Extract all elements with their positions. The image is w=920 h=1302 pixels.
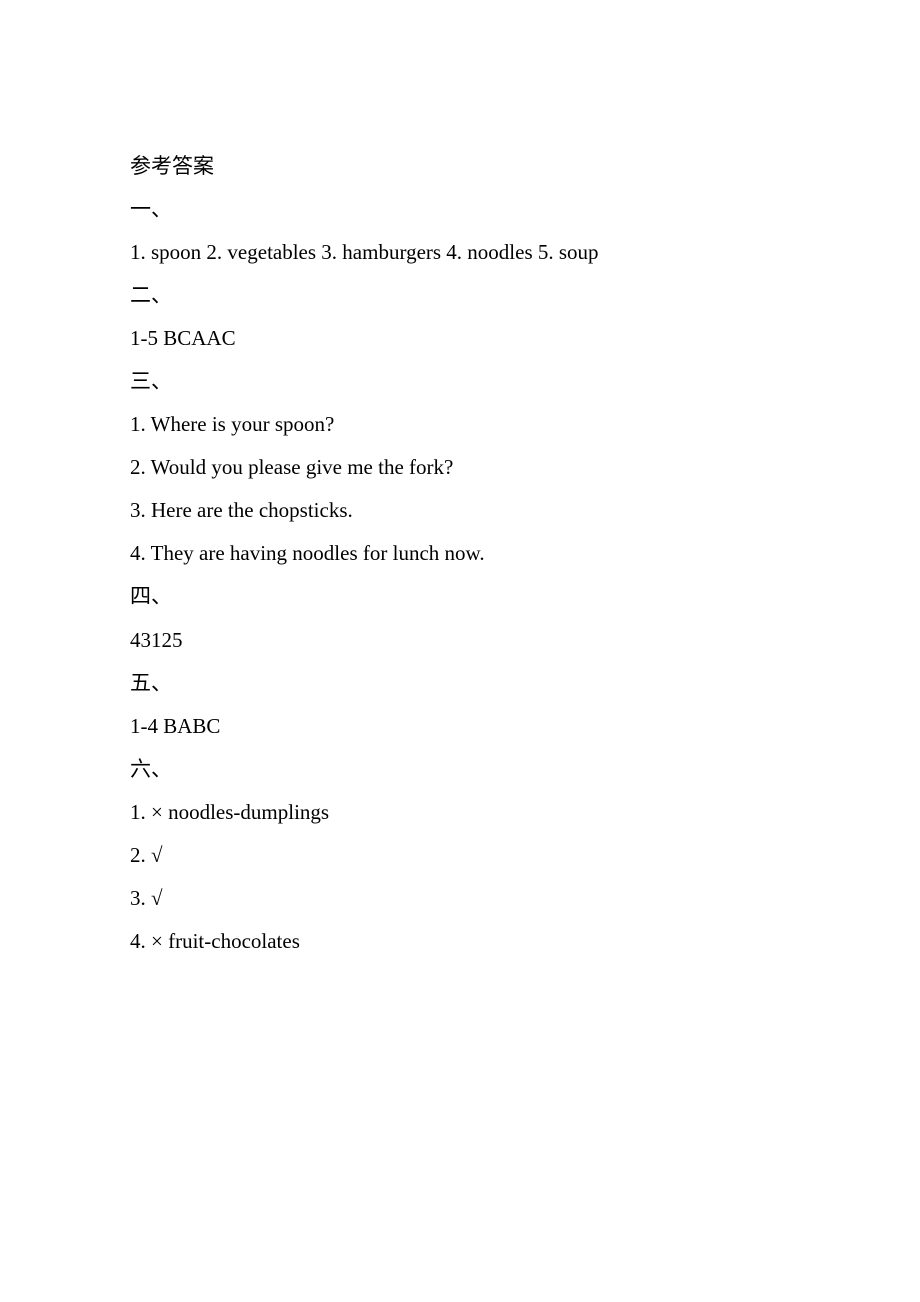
section-4-heading: 四、 — [130, 575, 790, 618]
section-1-heading: 一、 — [130, 188, 790, 231]
section-3-heading: 三、 — [130, 360, 790, 403]
section-6-item-4: 4. × fruit-chocolates — [130, 920, 790, 963]
section-1-answers: 1. spoon 2. vegetables 3. hamburgers 4. … — [130, 231, 790, 274]
section-6-heading: 六、 — [130, 748, 790, 791]
section-5-heading: 五、 — [130, 662, 790, 705]
section-3-item-1: 1. Where is your spoon? — [130, 403, 790, 446]
section-3-item-4: 4. They are having noodles for lunch now… — [130, 532, 790, 575]
section-6-item-1: 1. × noodles-dumplings — [130, 791, 790, 834]
section-6-item-2: 2. √ — [130, 834, 790, 877]
section-4-answers: 43125 — [130, 619, 790, 662]
section-5-answers: 1-4 BABC — [130, 705, 790, 748]
document-page: 参考答案 一、 1. spoon 2. vegetables 3. hambur… — [0, 0, 920, 963]
section-6-item-3: 3. √ — [130, 877, 790, 920]
section-2-answers: 1-5 BCAAC — [130, 317, 790, 360]
section-3-item-2: 2. Would you please give me the fork? — [130, 446, 790, 489]
title: 参考答案 — [130, 145, 790, 188]
section-3-item-3: 3. Here are the chopsticks. — [130, 489, 790, 532]
section-2-heading: 二、 — [130, 274, 790, 317]
